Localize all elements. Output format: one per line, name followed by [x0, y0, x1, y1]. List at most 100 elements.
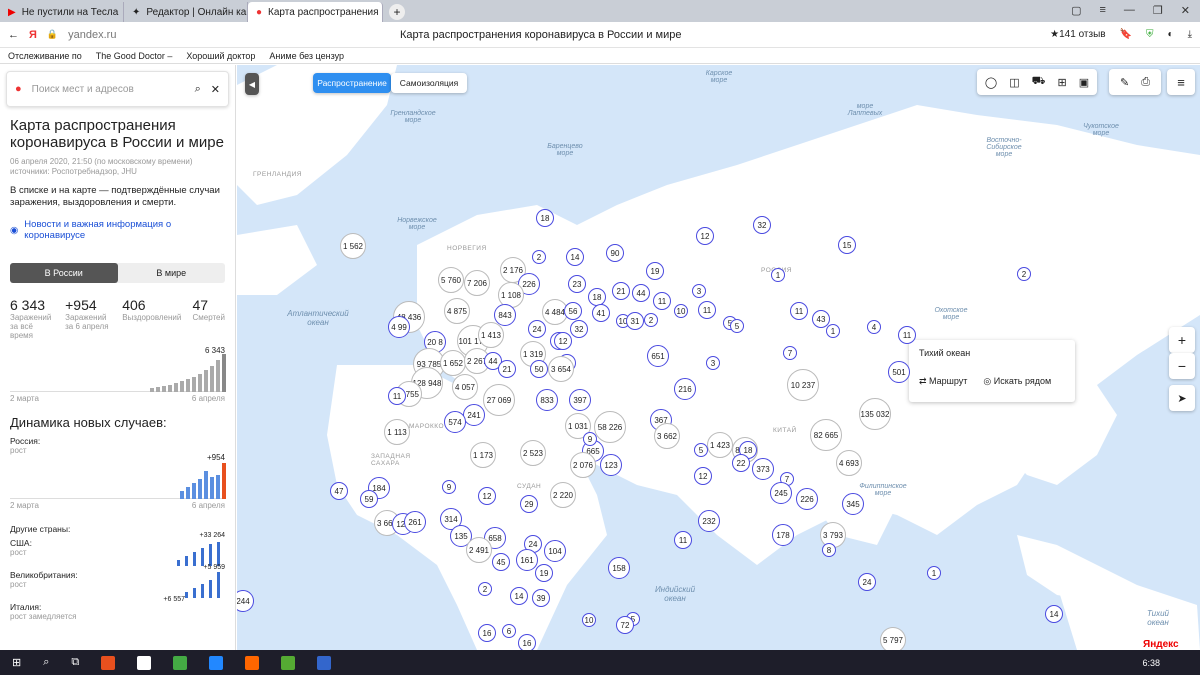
tab-editor[interactable]: ✦Редактор | Онлайн карта [124, 2, 248, 22]
app-icon[interactable] [245, 655, 260, 670]
reviews-badge[interactable]: ★141 отзыв [1050, 29, 1105, 40]
case-bubble[interactable]: 1 652 [440, 350, 466, 376]
case-bubble[interactable]: 82 665 [810, 419, 842, 451]
case-bubble[interactable]: 574 [444, 411, 466, 433]
case-bubble[interactable]: 18 [588, 288, 606, 306]
case-bubble[interactable]: 8 [822, 543, 836, 557]
tab-russia[interactable]: В России [10, 263, 118, 283]
case-bubble[interactable]: 39 [532, 589, 550, 607]
case-bubble[interactable]: 3 [692, 284, 706, 298]
case-bubble[interactable]: 1 113 [384, 419, 410, 445]
bookmark-add-icon[interactable]: 🔖 [1120, 29, 1132, 40]
case-bubble[interactable]: 1 [771, 268, 785, 282]
case-bubble[interactable]: 11 [898, 326, 916, 344]
maximize-button[interactable]: ❐ [1153, 4, 1163, 17]
case-bubble[interactable]: 12 [478, 487, 496, 505]
transit-icon[interactable]: ⊞ [1057, 76, 1066, 89]
case-bubble[interactable]: 2 [532, 250, 546, 264]
case-bubble[interactable]: 23 [568, 275, 586, 293]
search-box[interactable]: ● Поиск мест и адресов ⌕ ✕ [6, 71, 229, 107]
news-link[interactable]: ◉ Новости и важная информация о коронавир… [10, 219, 225, 241]
case-bubble[interactable]: 5 760 [438, 267, 464, 293]
case-bubble[interactable]: 11 [698, 301, 716, 319]
bookmark-icon[interactable]: ▢ [1071, 4, 1081, 17]
case-bubble[interactable]: 161 [516, 549, 538, 571]
case-bubble[interactable]: 11 [790, 302, 808, 320]
case-bubble[interactable]: 4 693 [836, 450, 862, 476]
case-bubble[interactable]: 47 [330, 482, 348, 500]
ruler-icon[interactable]: ✎ [1120, 76, 1129, 89]
bookmark-item[interactable]: Аниме без цензур [269, 51, 344, 61]
case-bubble[interactable]: 1 562 [340, 233, 366, 259]
case-bubble[interactable]: 3 662 [654, 423, 680, 449]
case-bubble[interactable]: 21 [498, 360, 516, 378]
app-icon[interactable] [101, 655, 116, 670]
map-canvas[interactable]: ◀ Распространение Самоизоляция ◯ ◫ ⛟ ⊞ ▣ ✎ ⎙ … [237, 65, 1200, 650]
bookmark-item[interactable]: The Good Doctor – [96, 51, 173, 61]
case-bubble[interactable]: 50 [530, 360, 548, 378]
back-icon[interactable]: ← [8, 29, 19, 41]
case-bubble[interactable]: 12 [554, 332, 572, 350]
app-icon[interactable] [317, 655, 332, 670]
case-bubble[interactable]: 2 [1017, 267, 1031, 281]
case-bubble[interactable]: 10 [674, 304, 688, 318]
case-bubble[interactable]: 24 [858, 573, 876, 591]
case-bubble[interactable]: 135 032 [859, 398, 891, 430]
app-icon[interactable] [173, 655, 188, 670]
tab-tesla[interactable]: ▶Не пустили на Тесла✕ [0, 2, 124, 22]
search-icon[interactable]: ⌕ [195, 83, 201, 96]
case-bubble[interactable]: 24 [528, 320, 546, 338]
case-bubble[interactable]: 12 [696, 227, 714, 245]
case-bubble[interactable]: 345 [842, 493, 864, 515]
case-bubble[interactable]: 4 [867, 320, 881, 334]
case-bubble[interactable]: 1 [927, 566, 941, 580]
case-bubble[interactable]: 3 [706, 356, 720, 370]
case-bubble[interactable]: 22 [732, 454, 750, 472]
case-bubble[interactable]: 72 [616, 616, 634, 634]
menu-icon[interactable]: ≡ [1099, 4, 1105, 17]
case-bubble[interactable]: 397 [569, 389, 591, 411]
case-bubble[interactable]: 14 [510, 587, 528, 605]
case-bubble[interactable]: 14 [566, 248, 584, 266]
case-bubble[interactable]: 19 [535, 564, 553, 582]
case-bubble[interactable]: 4 875 [444, 298, 470, 324]
case-bubble[interactable]: 2 523 [520, 440, 546, 466]
case-bubble[interactable]: 11 [653, 292, 671, 310]
case-bubble[interactable]: 90 [606, 244, 624, 262]
case-bubble[interactable]: 58 226 [594, 411, 626, 443]
case-bubble[interactable]: 45 [492, 553, 510, 571]
collapse-sidebar-button[interactable]: ◀ [245, 73, 259, 95]
case-bubble[interactable]: 2 076 [570, 452, 596, 478]
case-bubble[interactable]: 373 [752, 458, 774, 480]
case-bubble[interactable]: 11 [388, 387, 406, 405]
case-bubble[interactable]: 651 [647, 345, 669, 367]
case-bubble[interactable]: 6 [502, 624, 516, 638]
case-bubble[interactable]: 123 [600, 454, 622, 476]
case-bubble[interactable]: 833 [536, 389, 558, 411]
url-field[interactable]: yandex.ru [68, 29, 116, 41]
minecraft-icon[interactable] [281, 655, 296, 670]
case-bubble[interactable]: 16 [478, 624, 496, 642]
case-bubble[interactable]: 19 [646, 262, 664, 280]
case-bubble[interactable]: 4 057 [452, 374, 478, 400]
download-icon[interactable]: ⤓ [1188, 29, 1192, 40]
case-bubble[interactable]: 9 [442, 480, 456, 494]
task-view-icon[interactable]: ⧉ [71, 656, 79, 669]
case-bubble[interactable]: 5 [694, 443, 708, 457]
case-bubble[interactable]: 27 069 [483, 384, 515, 416]
tab-covid-map[interactable]: ●Карта распространения✕ [248, 2, 383, 22]
case-bubble[interactable]: 2 [644, 313, 658, 327]
case-bubble[interactable]: 15 [838, 236, 856, 254]
case-bubble[interactable]: 2 [478, 582, 492, 596]
case-bubble[interactable]: 14 [1045, 605, 1063, 623]
case-bubble[interactable]: 21 [612, 282, 630, 300]
case-bubble[interactable]: 1 423 [707, 432, 733, 458]
panorama-icon[interactable]: ◫ [1009, 76, 1019, 89]
case-bubble[interactable]: 32 [753, 216, 771, 234]
case-bubble[interactable]: 2 220 [550, 482, 576, 508]
case-bubble[interactable]: 11 [674, 531, 692, 549]
case-bubble[interactable]: 1 173 [470, 442, 496, 468]
case-bubble[interactable]: 29 [520, 495, 538, 513]
case-bubble[interactable]: 18 [536, 209, 554, 227]
case-bubble[interactable]: 9 [583, 432, 597, 446]
